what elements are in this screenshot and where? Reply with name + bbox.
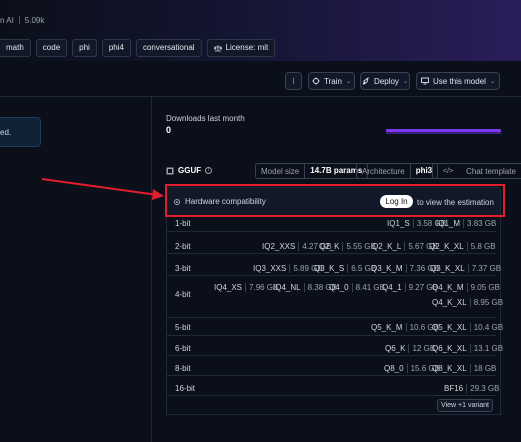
annotation-arrow: [41, 178, 164, 200]
